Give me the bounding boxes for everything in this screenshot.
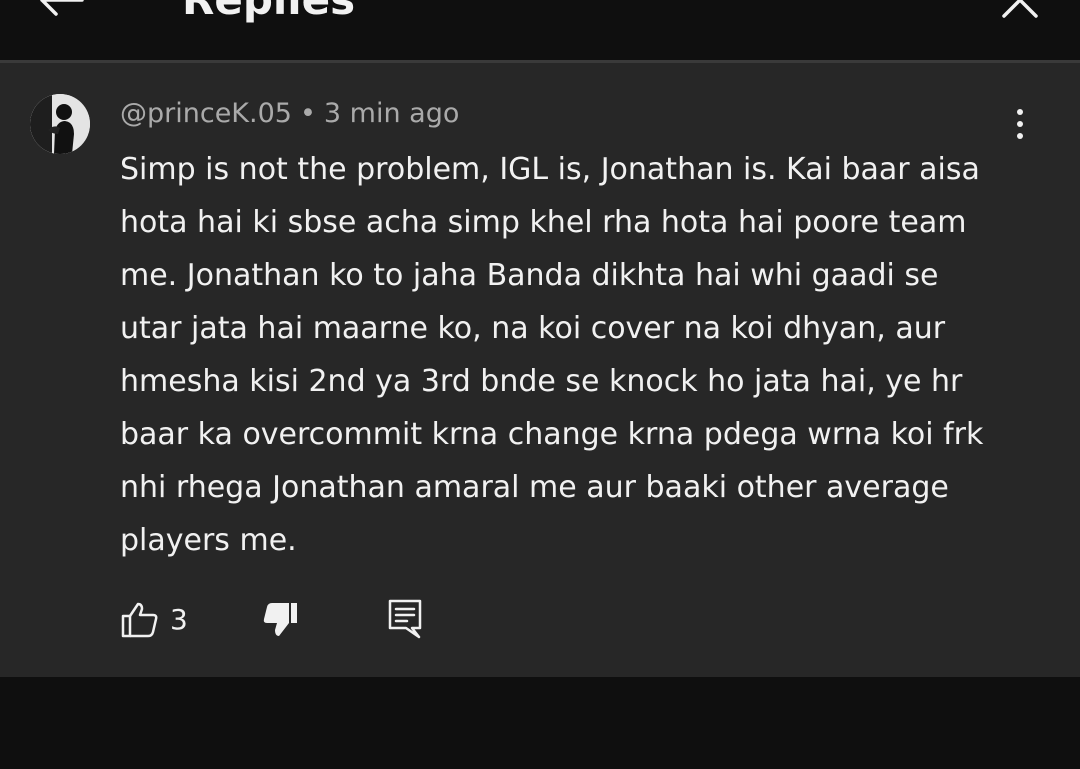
- like-button[interactable]: [120, 600, 160, 640]
- like-count: 3: [170, 603, 188, 636]
- comment-timestamp: 3 min ago: [323, 98, 460, 129]
- comment-card: @princeK.05 • 3 min ago Simp is not the pr…: [0, 63, 1080, 677]
- replies-header: Replies: [0, 0, 1080, 60]
- thumbs-down-icon: [263, 603, 297, 636]
- reply-comment-icon: [388, 599, 422, 639]
- comment-text: Simp is not the problem, IGL is, Jonatha…: [120, 152, 984, 558]
- more-options-button[interactable]: [1005, 105, 1035, 145]
- reply-button[interactable]: [386, 598, 426, 640]
- dislike-button[interactable]: [260, 600, 300, 640]
- close-button[interactable]: [998, 0, 1042, 22]
- close-icon: [1002, 0, 1038, 18]
- page-title: Replies: [182, 0, 355, 30]
- thumbs-up-icon: [121, 602, 158, 638]
- meta-separator: •: [299, 98, 316, 129]
- comment-author[interactable]: @princeK.05: [120, 98, 292, 129]
- bottom-area: [0, 677, 1080, 769]
- comment-meta: @princeK.05 • 3 min ago: [120, 96, 459, 132]
- more-vertical-icon: [1017, 109, 1023, 139]
- back-button[interactable]: [30, 0, 90, 20]
- avatar[interactable]: [30, 94, 90, 154]
- comment-actions: 3: [120, 596, 520, 640]
- arrow-left-icon: [40, 0, 84, 16]
